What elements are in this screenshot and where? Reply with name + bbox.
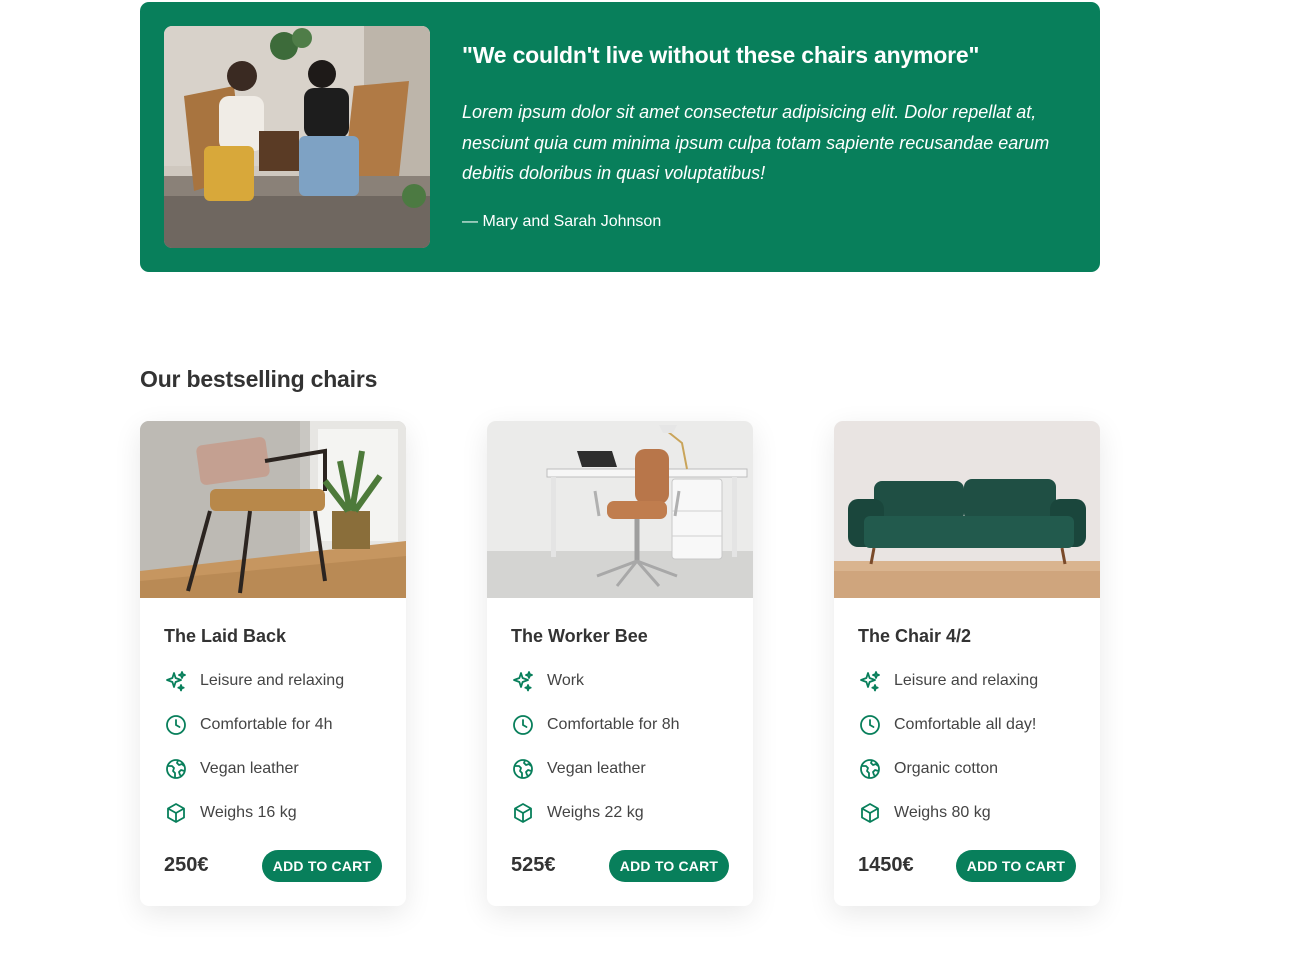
product-title: The Chair 4/2 (858, 626, 972, 646)
product-title: The Worker Bee (511, 626, 648, 646)
add-to-cart-button[interactable]: ADD TO CART (609, 850, 729, 882)
add-to-cart-button[interactable]: ADD TO CART (262, 850, 382, 882)
add-to-cart-button[interactable]: ADD TO CART (956, 850, 1076, 882)
attribute-label: Weighs 16 kg (200, 804, 297, 821)
product-image (834, 421, 1100, 598)
cube-icon (164, 801, 188, 825)
product-card: The Chair 4/2 Leisure and relaxing Comfo… (834, 421, 1100, 906)
attribute-label: Comfortable for 8h (547, 716, 680, 733)
product-attribute: Weighs 22 kg (511, 801, 644, 825)
attribute-label: Vegan leather (200, 760, 299, 777)
product-attribute: Work (511, 669, 584, 693)
attribute-label: Comfortable for 4h (200, 716, 333, 733)
product-price: 525€ (511, 854, 556, 876)
attribute-label: Weighs 80 kg (894, 804, 991, 821)
product-attribute: Organic cotton (858, 757, 998, 781)
product-price: 1450€ (858, 854, 914, 876)
attribute-label: Leisure and relaxing (200, 672, 345, 689)
clock-icon (511, 713, 535, 737)
product-attribute: Leisure and relaxing (858, 669, 1038, 693)
testimonial-photo (164, 26, 430, 248)
sparkles-icon (164, 669, 188, 693)
testimonial-quote: "We couldn't live without these chairs a… (462, 42, 980, 68)
product-attribute: Comfortable all day! (858, 713, 1036, 737)
product-attribute: Vegan leather (164, 757, 299, 781)
clock-icon (164, 713, 188, 737)
cube-icon (858, 801, 882, 825)
product-attribute: Comfortable for 4h (164, 713, 333, 737)
attribute-label: Leisure and relaxing (894, 672, 1039, 689)
clock-icon (858, 713, 882, 737)
testimonial-author: — Mary and Sarah Johnson (462, 213, 662, 230)
section-title: Our bestselling chairs (140, 366, 378, 392)
product-card: The Laid Back Leisure and relaxing Comfo… (140, 421, 406, 906)
cube-icon (511, 801, 535, 825)
sparkles-icon (511, 669, 535, 693)
product-attribute: Comfortable for 8h (511, 713, 680, 737)
globe-icon (511, 757, 535, 781)
product-attribute: Weighs 16 kg (164, 801, 297, 825)
attribute-label: Organic cotton (894, 760, 999, 777)
testimonial-text: Lorem ipsum dolor sit amet consectetur a… (462, 102, 1050, 183)
product-image (140, 421, 406, 598)
product-card: The Worker Bee Work Comfortable for 8h V… (487, 421, 753, 906)
product-title: The Laid Back (164, 626, 287, 646)
product-image (487, 421, 753, 598)
attribute-label: Vegan leather (547, 760, 646, 777)
product-price: 250€ (164, 854, 209, 876)
globe-icon (164, 757, 188, 781)
globe-icon (858, 757, 882, 781)
sparkles-icon (858, 669, 882, 693)
product-attribute: Weighs 80 kg (858, 801, 991, 825)
testimonial-banner: "We couldn't live without these chairs a… (140, 2, 1100, 272)
attribute-label: Weighs 22 kg (547, 804, 644, 821)
product-attribute: Leisure and relaxing (164, 669, 344, 693)
product-attribute: Vegan leather (511, 757, 646, 781)
attribute-label: Comfortable all day! (894, 716, 1037, 733)
attribute-label: Work (547, 672, 585, 689)
